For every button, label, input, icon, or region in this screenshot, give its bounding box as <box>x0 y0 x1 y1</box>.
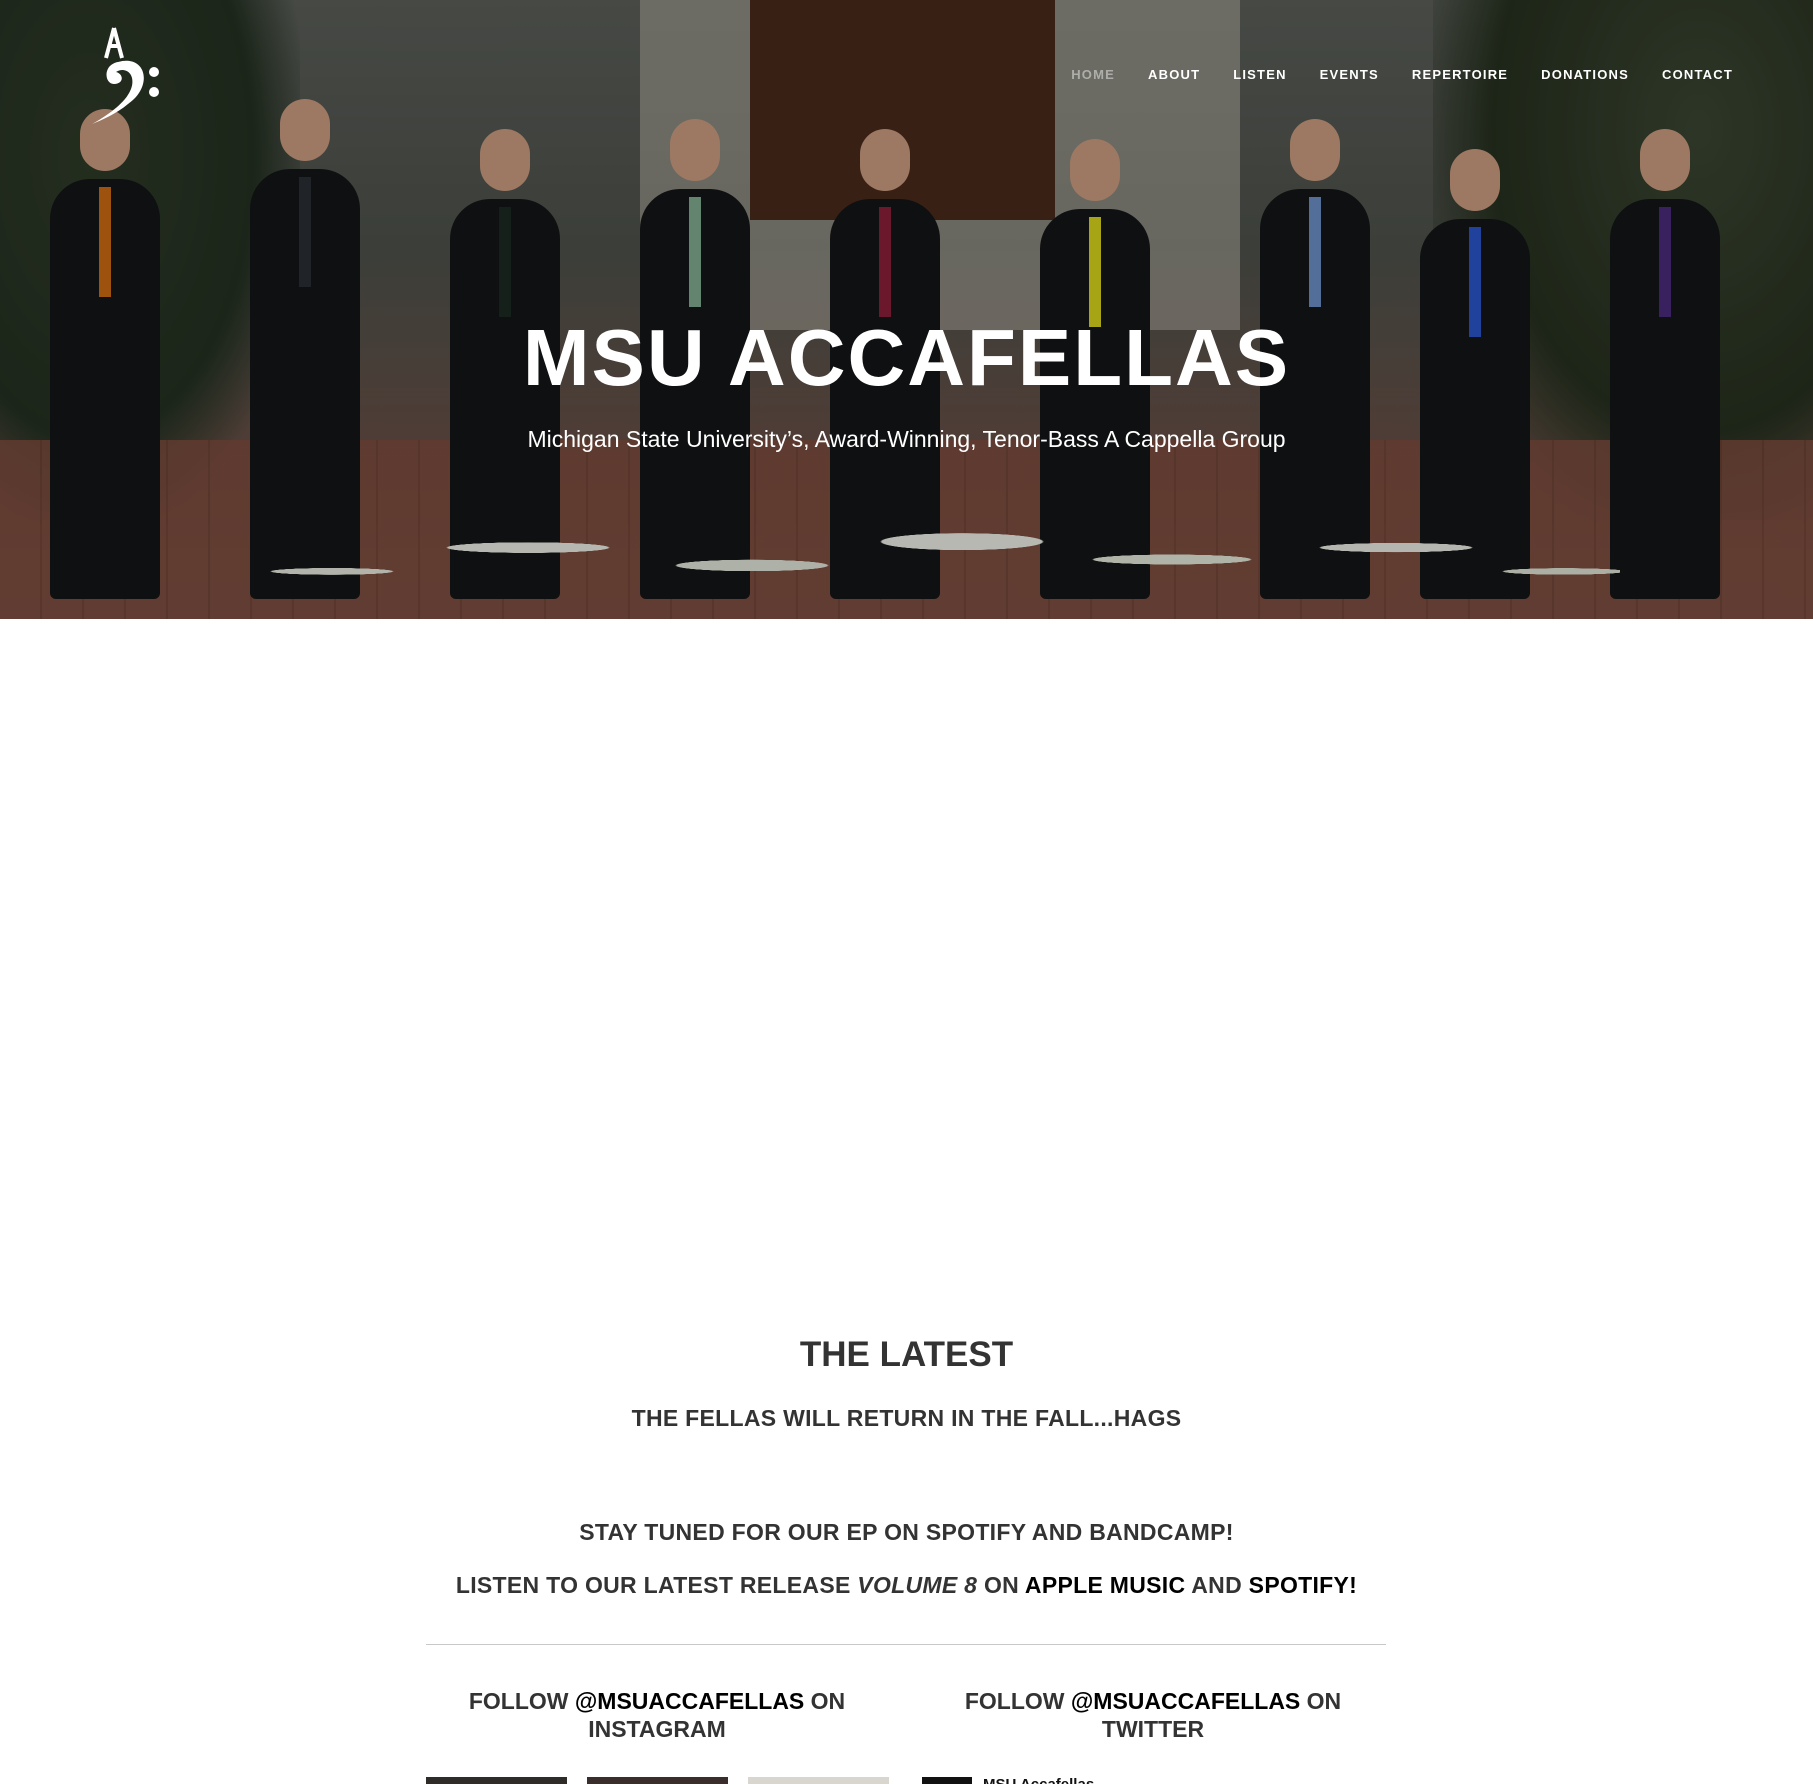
instagram-thumbnail[interactable] <box>748 1777 889 1784</box>
hero-banner: HOME ABOUT LISTEN EVENTS REPERTOIRE DONA… <box>0 0 1813 619</box>
nav-events[interactable]: EVENTS <box>1320 67 1379 82</box>
twitter-handle-link[interactable]: @MSUACCAFELLAS <box>1071 1688 1300 1714</box>
nav-about[interactable]: ABOUT <box>1148 67 1200 82</box>
ep-announcement: STAY TUNED FOR OUR EP ON SPOTIFY AND BAN… <box>579 1519 1234 1545</box>
bass-clef-logo-icon[interactable] <box>88 24 170 124</box>
release-mid: ON <box>977 1572 1025 1598</box>
latest-release: LISTEN TO OUR LATEST RELEASE VOLUME 8 ON… <box>0 1572 1813 1599</box>
nav-donations[interactable]: DONATIONS <box>1541 67 1629 82</box>
section-divider <box>426 1644 1386 1645</box>
twitter-follow-heading: FOLLOW @MSUACCAFELLAS ON TWITTER <box>938 1687 1368 1743</box>
hero-title: MSU ACCAFELLAS <box>522 313 1291 402</box>
latest-heading: THE LATEST <box>799 1335 1014 1374</box>
apple-music-link[interactable]: APPLE MUSIC <box>1025 1572 1185 1598</box>
instagram-follow-heading: FOLLOW @MSUACCAFELLAS ON INSTAGRAM <box>442 1687 872 1743</box>
twitter-avatar[interactable] <box>922 1777 972 1784</box>
nav-listen[interactable]: LISTEN <box>1233 67 1286 82</box>
nav-contact[interactable]: CONTACT <box>1662 67 1733 82</box>
nav-repertoire[interactable]: REPERTOIRE <box>1412 67 1508 82</box>
release-prefix: LISTEN TO OUR LATEST RELEASE <box>455 1572 858 1598</box>
release-and: AND <box>1185 1572 1249 1598</box>
instagram-handle-link[interactable]: @MSUACCAFELLAS <box>575 1688 804 1714</box>
latest-announcement: THE FELLAS WILL RETURN IN THE FALL...HAG… <box>631 1405 1182 1431</box>
tw-prefix: FOLLOW <box>964 1688 1071 1714</box>
instagram-thumbnail[interactable] <box>587 1777 728 1784</box>
spotify-link[interactable]: SPOTIFY! <box>1249 1572 1357 1598</box>
album-title: VOLUME 8 <box>857 1572 978 1598</box>
hero-subtitle: Michigan State University’s, Award-Winni… <box>527 426 1286 452</box>
main-nav: HOME ABOUT LISTEN EVENTS REPERTOIRE DONA… <box>1038 67 1733 82</box>
ig-prefix: FOLLOW <box>468 1688 575 1714</box>
instagram-thumbnail[interactable] <box>426 1777 567 1784</box>
nav-home[interactable]: HOME <box>1071 67 1115 82</box>
twitter-account-name[interactable]: MSU Accafellas <box>983 1776 1094 1784</box>
hero-overlay <box>0 0 1813 619</box>
